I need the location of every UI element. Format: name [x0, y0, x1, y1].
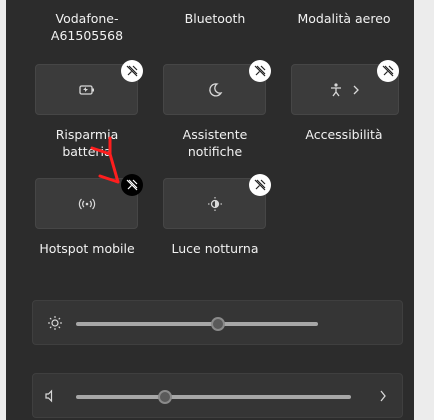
quick-settings-panel: Vodafone- A61505568 Bluetooth Modalità a… [0, 0, 434, 420]
accessibility-icon [326, 80, 346, 100]
unpin-icon[interactable] [249, 174, 271, 196]
volume-card [32, 373, 403, 418]
tile-airplane-label: Modalità aereo [297, 11, 391, 26]
battery-saver-icon [77, 80, 97, 100]
tile-focus-assist-label: Assistente notifiche [155, 126, 275, 160]
unpin-icon[interactable] [249, 60, 271, 82]
tile-hotspot-label: Hotspot mobile [39, 241, 135, 256]
window-edge [0, 0, 6, 420]
brightness-card [32, 300, 403, 345]
speaker-icon[interactable] [41, 386, 61, 406]
brightness-track[interactable] [76, 322, 318, 326]
brightness-slider-thumb[interactable] [211, 317, 225, 331]
tile-wifi-label: Vodafone- A61505568 [27, 10, 147, 44]
moon-icon [205, 80, 225, 100]
tile-night-light-label: Luce notturna [171, 241, 259, 256]
chevron-right-icon[interactable] [373, 386, 393, 406]
night-light-icon [205, 194, 225, 214]
window-edge [414, 0, 434, 420]
tile-bluetooth-label: Bluetooth [184, 11, 246, 26]
brightness-icon [45, 313, 65, 333]
volume-track[interactable] [76, 395, 351, 399]
tile-accessibility-label: Accessibilità [305, 127, 383, 142]
volume-slider-thumb[interactable] [158, 390, 172, 404]
tile-focus-assist-label-line2: notifiche [187, 144, 243, 159]
unpin-icon[interactable] [377, 60, 399, 82]
annotation-arrow [90, 136, 120, 184]
tile-focus-assist-label-line1: Assistente [182, 127, 248, 142]
chevron-right-icon[interactable] [346, 80, 366, 100]
unpin-icon[interactable] [121, 60, 143, 82]
tile-wifi-label-line1: Vodafone- [55, 11, 119, 26]
tile-wifi-label-line2: A61505568 [50, 28, 124, 43]
hotspot-icon [77, 194, 97, 214]
